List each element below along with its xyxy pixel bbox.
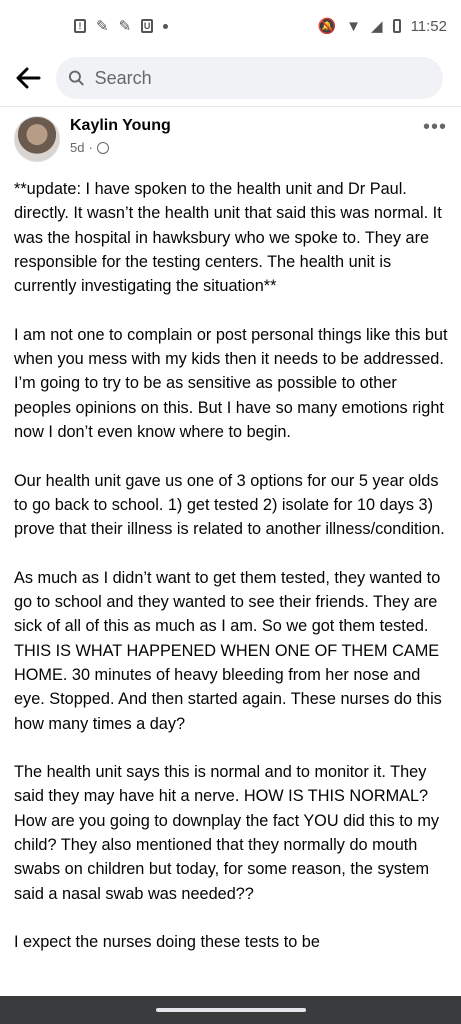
top-bar <box>0 52 461 104</box>
separator: · <box>88 140 93 155</box>
home-indicator[interactable] <box>155 1008 306 1012</box>
post-meta: Kaylin Young 5d · <box>70 116 171 155</box>
search-bar[interactable] <box>56 57 443 99</box>
status-bar: ! ✎ ✎ U 🔕 ▼ ◢ 11:52 <box>0 0 461 52</box>
header-divider <box>0 106 461 107</box>
globe-icon <box>96 141 109 154</box>
more-options-button[interactable]: ••• <box>423 116 447 139</box>
status-bar-left: ! ✎ ✎ U <box>74 17 169 35</box>
status-bar-right: 🔕 ▼ ◢ 11:52 <box>317 18 447 35</box>
edit-icon: ✎ <box>96 17 109 35</box>
post-paragraph: Our health unit gave us one of 3 options… <box>14 471 445 539</box>
avatar[interactable] <box>14 116 60 162</box>
notification-icon: ! <box>74 19 86 33</box>
back-arrow-icon <box>16 67 41 89</box>
post-paragraph: As much as I didn’t want to get them tes… <box>14 568 442 733</box>
signal-icon: ◢ <box>371 17 383 35</box>
mute-icon: 🔕 <box>317 17 337 35</box>
search-input[interactable] <box>92 66 431 90</box>
post-body: **update: I have spoken to the health un… <box>14 177 450 979</box>
gesture-bar <box>0 996 461 1024</box>
post-header: Kaylin Young 5d · ••• <box>14 116 447 166</box>
post-paragraph: The health unit says this is normal and … <box>14 763 440 903</box>
edit-icon: ✎ <box>118 17 132 35</box>
search-icon <box>68 70 84 86</box>
back-button[interactable] <box>14 64 42 92</box>
battery-icon <box>392 19 401 33</box>
status-time: 11:52 <box>410 17 447 35</box>
dot-icon <box>163 23 169 29</box>
author-name[interactable]: Kaylin Young <box>70 116 171 136</box>
app-icon: U <box>141 19 154 33</box>
wifi-icon: ▼ <box>346 17 362 35</box>
post-paragraph: I am not one to complain or post persona… <box>14 325 448 441</box>
post-subtitle: 5d · <box>70 140 171 155</box>
post-paragraph: **update: I have spoken to the health un… <box>14 180 442 296</box>
post-age[interactable]: 5d <box>70 140 84 155</box>
post-paragraph: I expect the nurses doing these tests to… <box>14 933 320 952</box>
